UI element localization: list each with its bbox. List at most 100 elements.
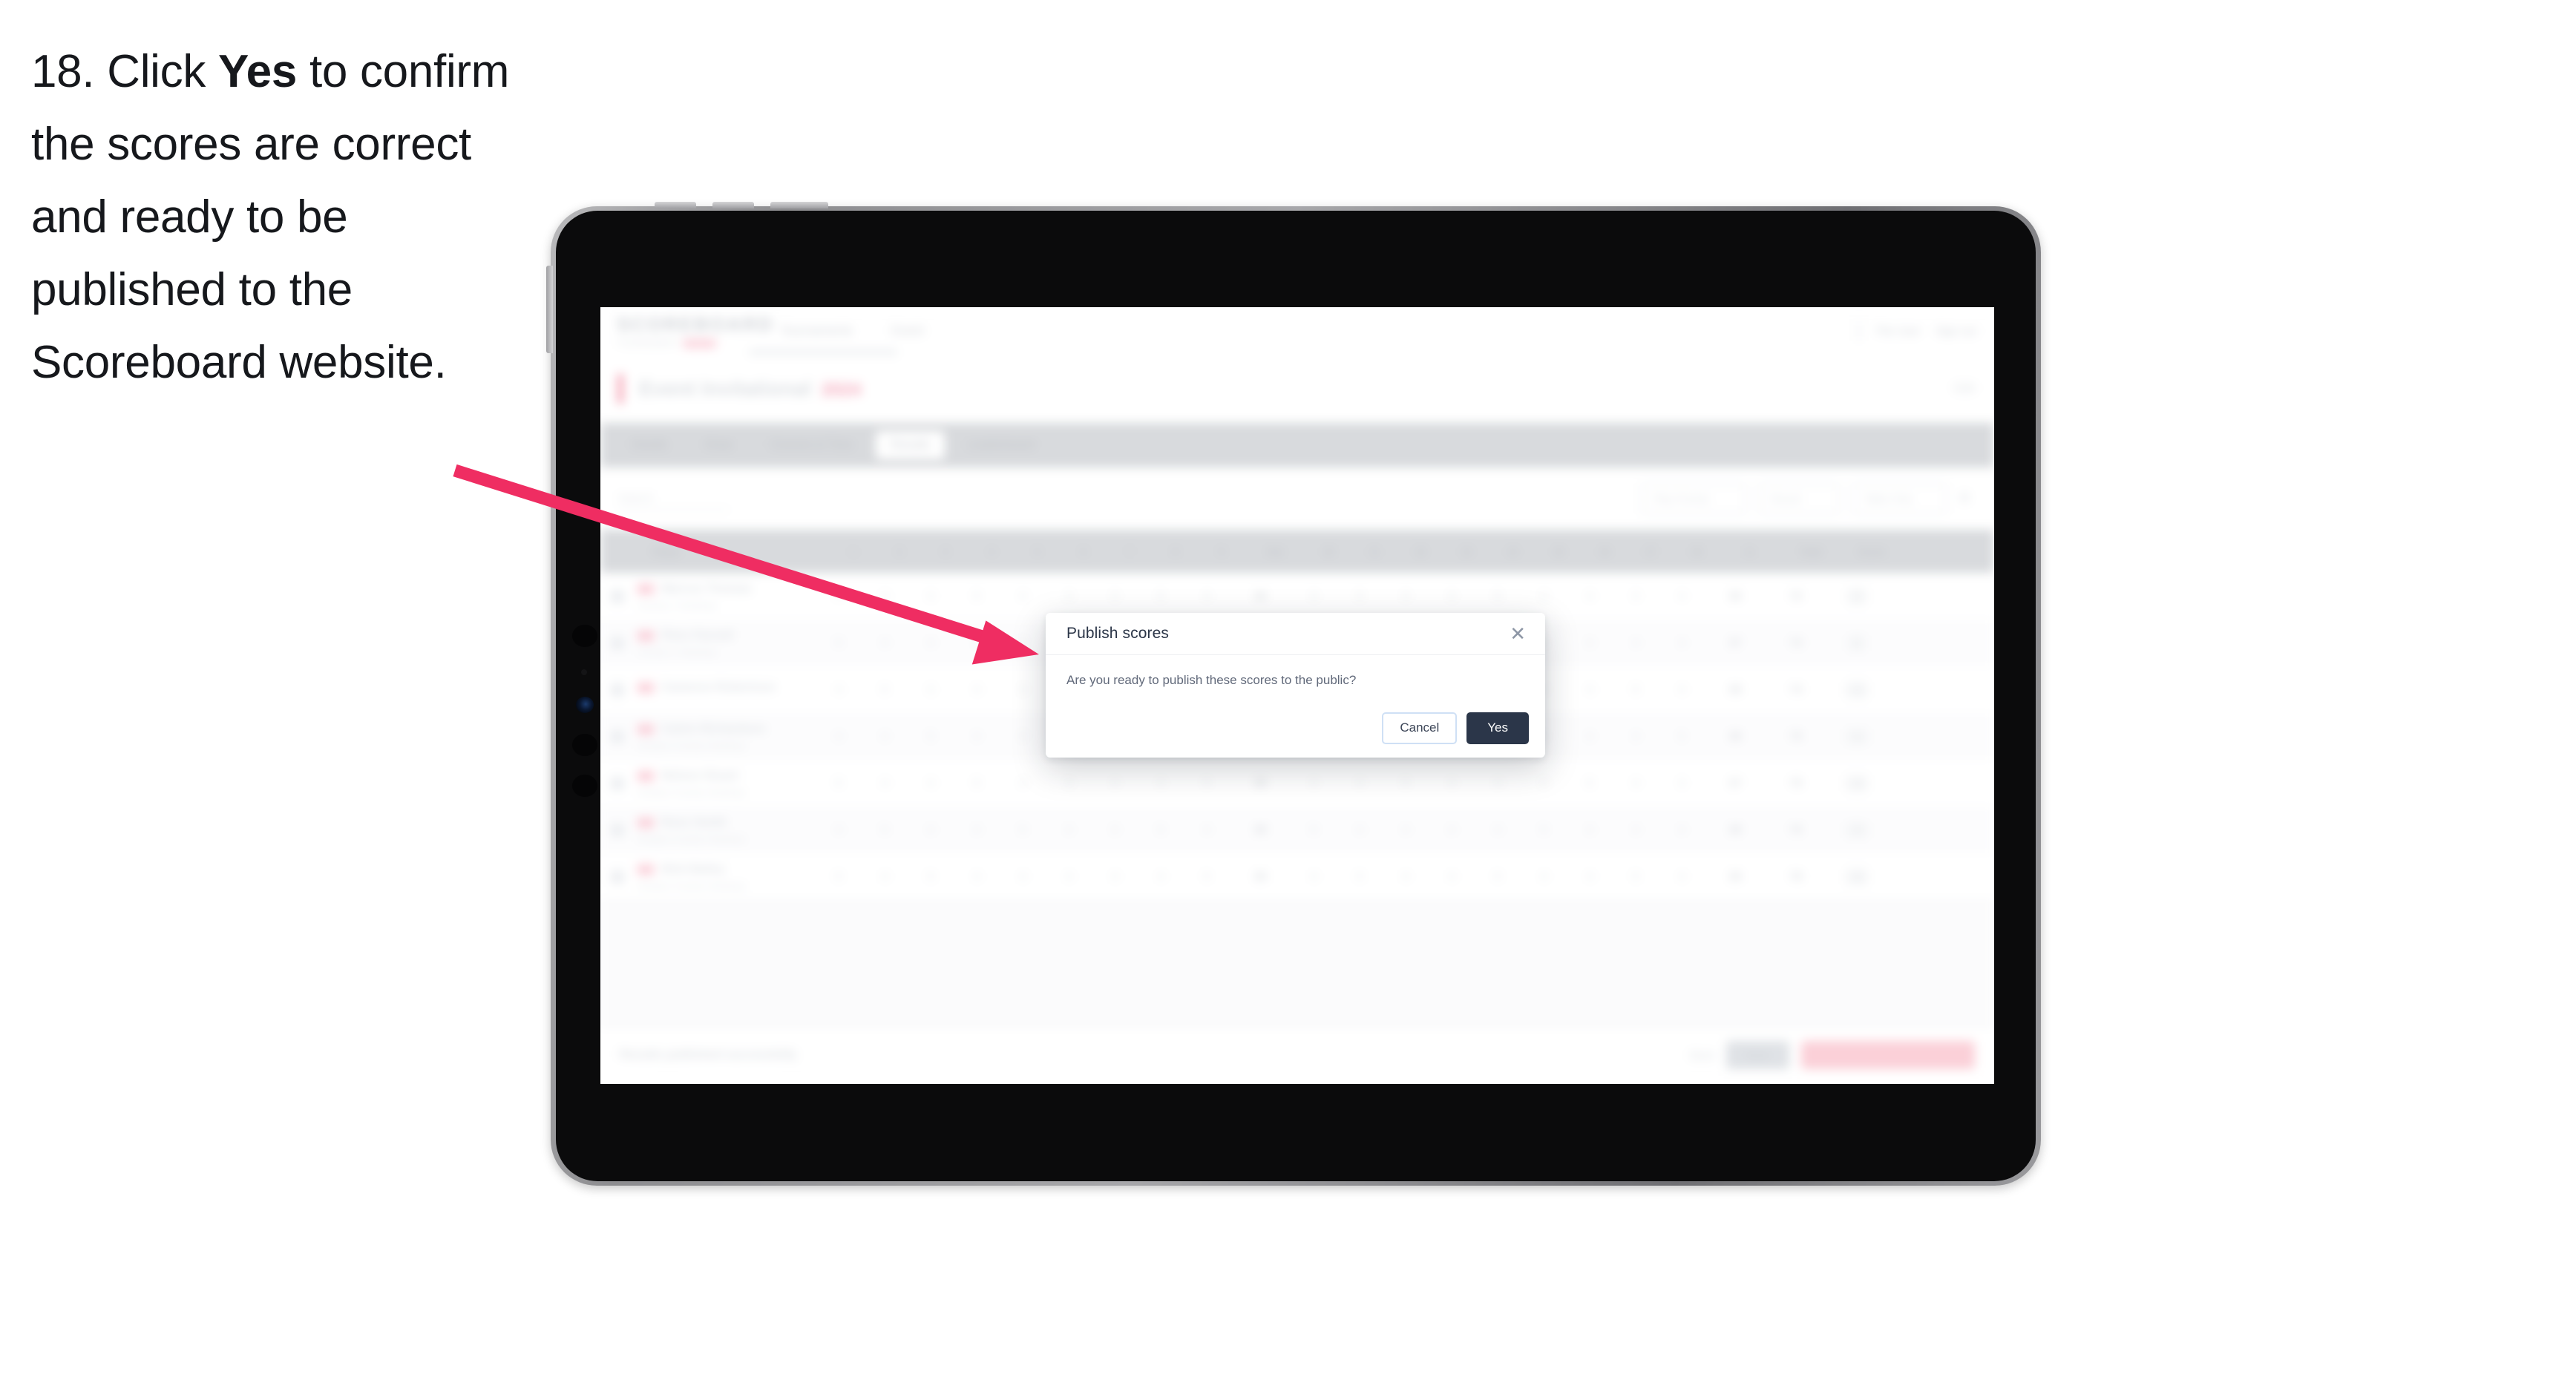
score-cell[interactable]: 5 (1138, 824, 1184, 836)
score-cell[interactable]: 4 (1613, 730, 1659, 743)
tab-details[interactable]: Details (617, 431, 683, 459)
score-cell[interactable]: 4 (1613, 637, 1659, 649)
score-cell[interactable]: 75 (1766, 777, 1826, 789)
score-cell[interactable]: 4 (1659, 637, 1705, 649)
column-header[interactable]: In (1720, 546, 1780, 557)
column-header[interactable]: 5 (1015, 546, 1061, 557)
score-cell[interactable]: 3 (1659, 777, 1705, 789)
score-cell[interactable]: 5 (862, 683, 908, 696)
score-cell[interactable]: 72 (1766, 590, 1826, 602)
score-cell[interactable]: 4 (1000, 870, 1046, 883)
save-button[interactable]: Save (1726, 1041, 1790, 1069)
score-cell[interactable]: 4 (1138, 870, 1184, 883)
row-checkbox[interactable] (600, 589, 635, 603)
table-row[interactable]: Nelson Stuart Amateur Country Handicap 5 4 4… (600, 760, 1994, 808)
score-cell[interactable]: 4 (862, 590, 908, 602)
score-cell[interactable]: 4 (1659, 824, 1705, 836)
score-cell[interactable]: 74 (1766, 683, 1826, 696)
column-header[interactable]: Total (1780, 546, 1841, 557)
back-link[interactable]: Back (1690, 1049, 1714, 1062)
score-cell[interactable]: 4 (1383, 824, 1429, 836)
score-cell[interactable]: 4 (1567, 824, 1613, 836)
score-cell[interactable]: 5 (1521, 824, 1567, 836)
score-cell[interactable]: 4 (862, 637, 908, 649)
score-cell[interactable]: 5 (862, 824, 908, 836)
score-cell[interactable]: 4 (1383, 870, 1429, 883)
score-cell[interactable]: 38 (1705, 730, 1766, 743)
column-header[interactable]: 8 (1153, 546, 1199, 557)
score-cell[interactable]: 4 (1521, 870, 1567, 883)
row-checkbox[interactable] (600, 823, 635, 837)
score-cell[interactable]: 5 (1337, 870, 1383, 883)
score-cell[interactable]: 4 (1567, 730, 1613, 743)
score-cell[interactable]: 4 (1000, 683, 1046, 696)
column-header[interactable]: 13 (1443, 546, 1489, 557)
score-cell[interactable]: 4 (954, 683, 1000, 696)
score-cell[interactable]: 4 (816, 683, 862, 696)
account-name[interactable]: The User (1875, 325, 1921, 338)
score-cell[interactable]: 3 (1138, 777, 1184, 789)
score-cell[interactable]: 38 (1230, 824, 1291, 836)
score-cell[interactable]: 4 (1000, 590, 1046, 602)
score-cell[interactable]: 5 (1000, 824, 1046, 836)
score-cell[interactable]: 5 (1659, 730, 1705, 743)
score-cell[interactable]: 4 (1046, 590, 1092, 602)
score-cell[interactable]: 3 (1000, 730, 1046, 743)
score-cell[interactable]: 5 (954, 777, 1000, 789)
tab-results[interactable]: Results (875, 431, 945, 459)
column-header[interactable]: 15 (1536, 546, 1582, 557)
score-cell[interactable]: 4 (816, 824, 862, 836)
column-header[interactable]: 3 (922, 546, 969, 557)
score-cell[interactable]: 5 (1383, 777, 1429, 789)
score-cell[interactable]: 4 (954, 824, 1000, 836)
column-header[interactable]: 11 (1351, 546, 1397, 557)
sign-out-link[interactable]: Sign out (1936, 325, 1976, 338)
score-cell[interactable]: 5 (1184, 777, 1230, 789)
column-header[interactable]: 6 (1061, 546, 1107, 557)
score-cell[interactable]: 38 (1705, 824, 1766, 836)
score-cell[interactable]: 4 (1613, 777, 1659, 789)
score-cell[interactable]: 5 (1000, 637, 1046, 649)
row-checkbox[interactable] (600, 776, 635, 790)
score-cell[interactable]: 5 (1475, 870, 1521, 883)
score-cell[interactable]: 5 (908, 870, 954, 883)
column-header[interactable]: 17 (1628, 546, 1674, 557)
column-header[interactable]: 2 (876, 546, 922, 557)
score-cell[interactable]: 4 (1046, 870, 1092, 883)
score-cell[interactable]: 4 (862, 870, 908, 883)
score-cell[interactable]: 39 (1230, 870, 1291, 883)
score-cell[interactable]: 4 (1291, 777, 1337, 789)
score-cell[interactable]: 3 (1429, 590, 1475, 602)
score-cell[interactable]: 4 (908, 777, 954, 789)
score-cell[interactable]: 4 (1000, 777, 1046, 789)
score-cell[interactable]: 5 (1475, 590, 1521, 602)
nav-item-tournaments[interactable]: Tournaments (780, 323, 853, 338)
column-header[interactable]: Out (1245, 546, 1305, 557)
score-cell[interactable]: 5 (1184, 870, 1230, 883)
gear-icon[interactable]: ⚙ (1959, 490, 1975, 507)
score-cell[interactable]: 78 (1766, 870, 1826, 883)
score-cell[interactable]: 4 (954, 730, 1000, 743)
score-cell[interactable]: 5 (816, 870, 862, 883)
column-header[interactable]: 10 (1305, 546, 1351, 557)
score-cell[interactable]: 4 (1659, 590, 1705, 602)
column-header[interactable]: 9 (1199, 546, 1245, 557)
filter-play-format[interactable]: Play Format (1641, 483, 1746, 514)
score-cell[interactable]: 3 (1092, 590, 1138, 602)
filter-table-only[interactable]: Table Only (1852, 483, 1947, 514)
table-row[interactable]: Nick Bailey Amateur Country Handicap 5 4 5 4 4… (600, 853, 1994, 901)
side-button[interactable] (546, 266, 553, 353)
score-cell[interactable]: 5 (1138, 590, 1184, 602)
publish-scores-button[interactable]: Publish scores to public (1801, 1041, 1975, 1069)
score-cell[interactable]: 4 (1567, 870, 1613, 883)
score-cell[interactable]: 3 (1613, 590, 1659, 602)
score-cell[interactable]: 5 (816, 637, 862, 649)
score-cell[interactable]: 4 (1429, 824, 1475, 836)
score-cell[interactable]: 4 (1291, 870, 1337, 883)
score-cell[interactable]: 38 (1230, 777, 1291, 789)
row-checkbox[interactable] (600, 683, 635, 697)
score-cell[interactable]: 5 (908, 730, 954, 743)
score-cell[interactable]: 4 (1567, 683, 1613, 696)
score-cell[interactable]: 4 (1046, 824, 1092, 836)
score-cell[interactable]: 4 (1184, 824, 1230, 836)
